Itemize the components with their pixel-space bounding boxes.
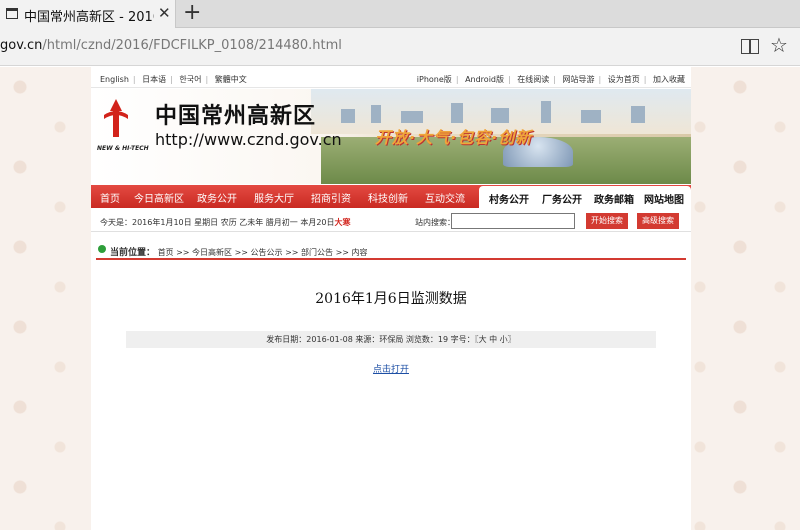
breadcrumb-text: 当前位置： 首页 >> 今日高新区 >> 公告公示 >> 部门公告 >> 内容: [110, 245, 368, 258]
main-nav: 首页 今日高新区 政务公开 服务大厅 招商引资 科技创新 互动交流 村务公开 厂…: [91, 185, 691, 208]
nav-right-group: 村务公开 厂务公开 政务邮箱 网站地图: [479, 186, 691, 208]
search-label: 站内搜索：: [415, 218, 455, 227]
top-links-bar: English | 日本语 | 한국어 | 繁體中文 iPhone版 | Android…: [91, 70, 691, 88]
page-icon: [6, 8, 18, 19]
date-text: 今天是：2016年1月10日 星期日 农历 乙未年 腊月初一 本月20日: [100, 218, 335, 227]
lang-traditional-chinese[interactable]: 繁體中文: [215, 75, 247, 84]
close-icon[interactable]: ✕: [158, 4, 171, 22]
page-viewport: English | 日本语 | 한국어 | 繁體中文 iPhone版 | Android…: [0, 67, 800, 530]
address-bar: gov.cn/html/cznd/2016/FDCFILKP_0108/2144…: [0, 28, 800, 66]
article-title: 2016年1月6日监测数据: [315, 291, 467, 307]
link-site-guide[interactable]: 网站导游: [563, 75, 595, 84]
site-name: 中国常州高新区: [155, 104, 317, 129]
lang-english[interactable]: English: [100, 75, 129, 84]
advanced-search-button[interactable]: 高级搜索: [637, 213, 679, 229]
nav-gov-mailbox[interactable]: 政务邮箱: [594, 191, 634, 206]
date-display: 今天是：2016年1月10日 星期日 农历 乙未年 腊月初一 本月20日大寒: [100, 217, 351, 228]
nav-interaction[interactable]: 互动交流: [425, 190, 465, 205]
nav-today[interactable]: 今日高新区: [134, 190, 184, 205]
link-set-homepage[interactable]: 设为首页: [608, 75, 640, 84]
logo-caption: NEW & HI-TECH: [97, 145, 149, 152]
url-domain: gov.cn: [0, 38, 43, 53]
lang-japanese[interactable]: 日本语: [142, 75, 166, 84]
nav-home[interactable]: 首页: [100, 190, 120, 205]
open-attachment-link[interactable]: 点击打开: [91, 362, 691, 375]
nav-village-affairs[interactable]: 村务公开: [489, 191, 529, 206]
solar-term: 大寒: [334, 218, 351, 227]
lang-korean[interactable]: 한국어: [179, 75, 201, 84]
reading-view-icon[interactable]: [741, 39, 759, 54]
nav-sitemap[interactable]: 网站地图: [644, 191, 684, 206]
url-field[interactable]: gov.cn/html/cznd/2016/FDCFILKP_0108/2144…: [0, 38, 342, 53]
info-bar: 今天是：2016年1月10日 星期日 农历 乙未年 腊月初一 本月20日大寒 站…: [91, 210, 691, 232]
article-meta: 发布日期：2016-01-08 来源：环保局 浏览数：19 字号：〖大 中 小〗: [126, 331, 656, 348]
breadcrumb: 当前位置： 首页 >> 今日高新区 >> 公告公示 >> 部门公告 >> 内容: [96, 242, 686, 260]
search-input[interactable]: [451, 213, 575, 229]
link-iphone[interactable]: iPhone版: [417, 75, 452, 84]
nav-investment[interactable]: 招商引资: [311, 190, 351, 205]
site-url: http://www.cznd.gov.cn: [155, 130, 342, 149]
breadcrumb-path[interactable]: 首页 >> 今日高新区 >> 公告公示 >> 部门公告 >> 内容: [158, 248, 368, 257]
nav-factory-affairs[interactable]: 厂务公开: [542, 191, 582, 206]
banner-skyline: [331, 101, 661, 123]
header-banner: NEW & HI-TECH 中国常州高新区 http://www.cznd.go…: [91, 89, 691, 184]
banner-slogan: 开放·大气·包容·创新: [375, 128, 533, 147]
link-online-reading[interactable]: 在线阅读: [517, 75, 549, 84]
breadcrumb-label: 当前位置：: [110, 248, 156, 258]
browser-tab-bar: 中国常州高新区 - 2016年 ✕ +: [0, 0, 800, 29]
new-tab-icon[interactable]: +: [183, 1, 201, 25]
link-add-favorite[interactable]: 加入收藏: [653, 75, 685, 84]
favorite-star-icon[interactable]: ☆: [770, 33, 788, 57]
link-android[interactable]: Android版: [465, 75, 504, 84]
utility-links: iPhone版 | Android版 | 在线阅读 | 网站导游 | 设为首页 | 加入收…: [416, 75, 685, 84]
language-links: English | 日本语 | 한국어 | 繁體中文: [100, 75, 247, 84]
browser-tab[interactable]: 中国常州高新区 - 2016年 ✕: [0, 0, 176, 29]
hitech-logo-icon[interactable]: [101, 97, 131, 139]
nav-gov-affairs[interactable]: 政务公开: [197, 190, 237, 205]
nav-innovation[interactable]: 科技创新: [368, 190, 408, 205]
location-icon: [98, 245, 106, 253]
tab-title: 中国常州高新区 - 2016年: [24, 10, 154, 25]
search-button[interactable]: 开始搜索: [586, 213, 628, 229]
nav-service-hall[interactable]: 服务大厅: [254, 190, 294, 205]
page-container: English | 日本语 | 한국어 | 繁體中文 iPhone版 | Android…: [91, 67, 691, 530]
url-path: /html/cznd/2016/FDCFILKP_0108/214480.htm…: [42, 38, 342, 53]
